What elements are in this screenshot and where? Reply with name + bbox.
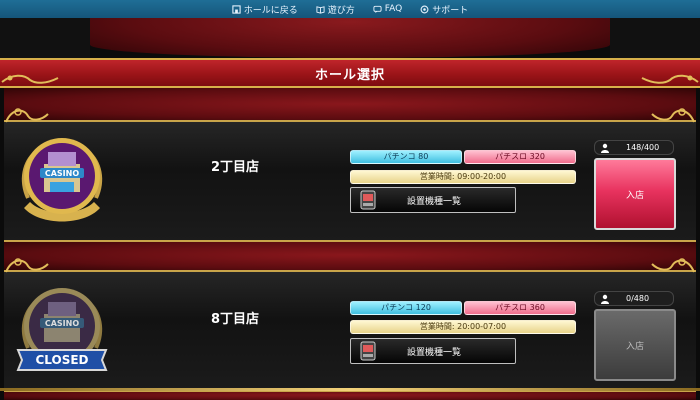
- curtain-backdrop: [90, 18, 610, 58]
- room-name: 2丁目店: [210, 160, 260, 175]
- pachislot-count-pill: パチスロ 360: [464, 301, 576, 315]
- pachislot-count-pill: パチスロ 320: [464, 150, 576, 164]
- badge-label: CASINO: [45, 169, 79, 178]
- pachinko-count-pill: パチンコ 80: [350, 150, 462, 164]
- nav-faq-link[interactable]: FAQ: [373, 4, 402, 14]
- nav-faq-label: FAQ: [384, 4, 403, 14]
- nav-support-label: サポート: [432, 5, 469, 16]
- occupancy-value: 148/400: [626, 143, 660, 152]
- red-divider: [4, 240, 696, 270]
- nav-howto-label: 遊び方: [327, 5, 355, 16]
- slot-machine-icon: [359, 341, 377, 361]
- occupancy-counter: 0/480: [594, 291, 674, 306]
- nav-home-link[interactable]: ホールに戻る: [232, 3, 298, 16]
- machine-list-label: 設置機種一覧: [407, 347, 462, 358]
- slot-machine-icon: [359, 190, 377, 210]
- gold-rail: [0, 388, 700, 391]
- corner-ornament: [5, 108, 49, 123]
- right-banner-ornament: [641, 74, 699, 84]
- corner-ornament: [651, 108, 695, 123]
- machine-list-label: 設置機種一覧: [407, 196, 462, 207]
- machine-list-button[interactable]: 設置機種一覧: [350, 187, 516, 213]
- casino-badge: CASINO: [10, 128, 114, 232]
- left-banner-ornament: [1, 74, 59, 84]
- person-icon: [600, 143, 610, 153]
- page-title: ホール選択: [314, 67, 385, 83]
- closed-status-label: CLOSED: [35, 353, 88, 367]
- hours-pill: 営業時間: 20:00-07:00: [350, 320, 576, 334]
- backdrop-left: [0, 18, 90, 58]
- enter-label: 入店: [625, 190, 644, 201]
- enter-label: 入店: [625, 341, 644, 352]
- red-divider: [4, 88, 696, 120]
- nav-howto-link[interactable]: 遊び方: [316, 3, 355, 16]
- badge-label: CASINO: [45, 319, 79, 328]
- backdrop-right: [610, 18, 700, 58]
- enter-button-disabled[interactable]: 入店: [594, 309, 676, 381]
- machine-list-button[interactable]: 設置機種一覧: [350, 338, 516, 364]
- hours-pill: 営業時間: 09:00-20:00: [350, 170, 576, 184]
- chat-icon: [373, 5, 382, 14]
- room-name: 8丁目店: [210, 312, 260, 327]
- nav-home-label: ホールに戻る: [243, 5, 298, 16]
- pachinko-count-pill: パチンコ 120: [350, 301, 462, 315]
- home-icon: [232, 4, 241, 14]
- occupancy-counter: 148/400: [594, 140, 674, 155]
- corner-ornament: [5, 258, 49, 273]
- title-banner: ホール選択: [0, 58, 700, 88]
- corner-ornament: [651, 258, 695, 273]
- nav-support-link[interactable]: サポート: [420, 3, 468, 16]
- person-icon: [600, 294, 610, 304]
- enter-button[interactable]: 入店: [594, 158, 676, 230]
- book-icon: [316, 5, 325, 14]
- top-nav: ホールに戻る 遊び方 FAQ サポート: [0, 0, 700, 18]
- closed-casino-badge: CASINO CLOSED: [10, 278, 114, 382]
- occupancy-value: 0/480: [626, 294, 650, 303]
- support-icon: [420, 5, 429, 14]
